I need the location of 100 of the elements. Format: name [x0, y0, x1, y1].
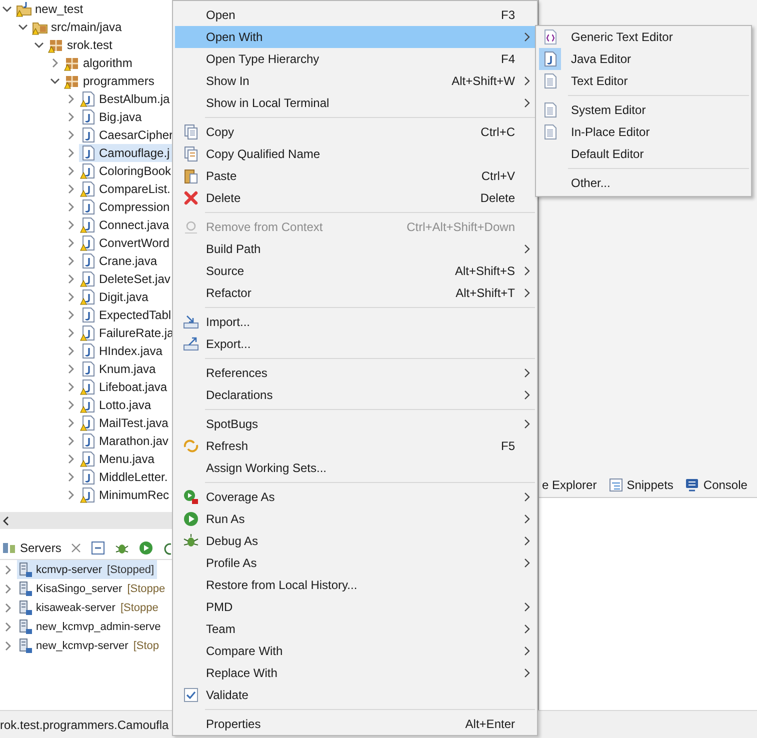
menu-item[interactable]: Team	[175, 618, 535, 640]
menu-item[interactable]: Debug As	[175, 530, 535, 552]
copy-icon	[182, 146, 198, 162]
menu-item[interactable]: Show in Local Terminal	[175, 92, 535, 114]
shortcut-text: Alt+Shift+S	[454, 264, 515, 278]
tree-item[interactable]: CaesarCipher	[79, 126, 176, 144]
menu-item[interactable]: Coverage As	[175, 486, 535, 508]
horizontal-scrollbar[interactable]	[0, 512, 172, 529]
menu-item[interactable]: Refactor Alt+Shift+T	[175, 282, 535, 304]
menu-item[interactable]: Other...	[536, 172, 751, 194]
menu-item[interactable]: Refresh F5	[175, 435, 535, 457]
tree-item[interactable]: Menu.java	[79, 450, 156, 468]
tree-item[interactable]: MailTest.java	[79, 414, 170, 432]
tree-item[interactable]: algorithm	[63, 54, 134, 72]
menu-item[interactable]: Compare With	[175, 640, 535, 662]
server-icon	[17, 562, 33, 578]
menu-item[interactable]: Copy Qualified Name	[175, 143, 535, 165]
tree-item[interactable]: new_test	[15, 0, 86, 18]
server-item[interactable]: KisaSingo_server [Stoppe	[17, 579, 168, 598]
shortcut-text: Ctrl+Alt+Shift+Down	[406, 220, 515, 234]
shortcut-text: Delete	[480, 191, 515, 205]
menu-item[interactable]: Profile As	[175, 552, 535, 574]
tree-item[interactable]: Crane.java	[79, 252, 160, 270]
tree-item[interactable]: ConvertWord	[79, 234, 172, 252]
tree-item[interactable]: Connect.java	[79, 216, 172, 234]
menu-item[interactable]: References	[175, 362, 535, 384]
server-item[interactable]: new_kcmvp-server [Stop	[17, 636, 162, 655]
menu-item[interactable]: Replace With	[175, 662, 535, 684]
menu-item[interactable]: System Editor	[536, 99, 751, 121]
menu-item[interactable]: Declarations	[175, 384, 535, 406]
menu-item[interactable]: Show In Alt+Shift+W	[175, 70, 535, 92]
view-tab[interactable]: Snippets	[606, 478, 676, 492]
shortcut-text: F4	[500, 52, 515, 66]
menu-item[interactable]: Delete Delete	[175, 187, 535, 209]
snippets-icon	[608, 478, 623, 492]
document-icon	[542, 102, 558, 118]
menu-item[interactable]: Generic Text Editor	[536, 26, 751, 48]
view-tab[interactable]: Console	[682, 478, 750, 492]
menu-item[interactable]: Text Editor	[536, 70, 751, 92]
tree-item[interactable]: src/main/java	[31, 18, 124, 36]
menu-item[interactable]: Default Editor	[536, 143, 751, 165]
menu-item[interactable]: SpotBugs	[175, 413, 535, 435]
shortcut-text: Alt+Shift+T	[456, 286, 515, 300]
scroll-left-icon[interactable]	[2, 516, 10, 526]
tree-item[interactable]: srok.test	[47, 36, 114, 54]
shortcut-text: F5	[500, 439, 515, 453]
tree-item[interactable]: MiddleLetter.	[79, 468, 170, 486]
tree-item[interactable]: FailureRate.ja	[79, 324, 176, 342]
menu-item[interactable]: PMD	[175, 596, 535, 618]
tree-item[interactable]: Knum.java	[79, 360, 158, 378]
tree-item[interactable]: Digit.java	[79, 288, 150, 306]
shortcut-text: F3	[500, 8, 515, 22]
servers-icon	[2, 541, 16, 555]
tree-item[interactable]: ExpectedTabl	[79, 306, 174, 324]
view-tab[interactable]: e Explorer	[539, 478, 600, 492]
servers-tab[interactable]: Servers	[20, 541, 62, 555]
shortcut-text: Alt+Enter	[465, 717, 515, 731]
tree-item[interactable]: programmers	[63, 72, 156, 90]
menu-item[interactable]: Open Type Hierarchy F4	[175, 48, 535, 70]
close-icon[interactable]	[71, 543, 82, 553]
menu-item[interactable]: Java Editor	[536, 48, 751, 70]
tree-item[interactable]: Lifeboat.java	[79, 378, 170, 396]
tree-item[interactable]: CompareList.	[79, 180, 172, 198]
copy-icon	[182, 124, 198, 140]
menu-item[interactable]: Import...	[175, 311, 535, 333]
collapse-all-icon[interactable]	[91, 541, 106, 555]
menu-item[interactable]: Export...	[175, 333, 535, 355]
menu-item[interactable]: Validate	[175, 684, 535, 706]
document-icon	[542, 73, 558, 89]
remove-context-icon	[182, 219, 198, 235]
tree-item[interactable]: Lotto.java	[79, 396, 154, 414]
server-item[interactable]: kisaweak-server [Stoppe	[17, 598, 162, 617]
shortcut-text: Ctrl+V	[481, 169, 515, 183]
tree-item[interactable]: BestAlbum.ja	[79, 90, 172, 108]
menu-item[interactable]: Copy Ctrl+C	[175, 121, 535, 143]
menu-item[interactable]: Paste Ctrl+V	[175, 165, 535, 187]
server-item[interactable]: kcmvp-server [Stopped]	[17, 560, 158, 579]
tree-item[interactable]: HIndex.java	[79, 342, 164, 360]
coverage-icon	[182, 489, 198, 505]
tree-item[interactable]: ColoringBook	[79, 162, 174, 180]
menu-item[interactable]: Properties Alt+Enter	[175, 713, 535, 735]
menu-item[interactable]: Open With	[175, 26, 535, 48]
tree-item[interactable]: Big.java	[79, 108, 144, 126]
menu-item[interactable]: Restore from Local History...	[175, 574, 535, 596]
menu-item[interactable]: Source Alt+Shift+S	[175, 260, 535, 282]
profile-icon[interactable]	[163, 541, 172, 555]
menu-item[interactable]: Run As	[175, 508, 535, 530]
tree-item[interactable]: Camouflage.j	[79, 144, 172, 162]
menu-item[interactable]: In-Place Editor	[536, 121, 751, 143]
server-item[interactable]: new_kcmvp_admin-serve	[17, 617, 164, 636]
tree-item[interactable]: Compression	[79, 198, 172, 216]
menu-item[interactable]: Open F3	[175, 4, 535, 26]
tree-item[interactable]: MinimumRec	[79, 486, 172, 504]
tree-item[interactable]: Marathon.jav	[79, 432, 170, 450]
shortcut-text: Ctrl+C	[480, 125, 515, 139]
delete-icon	[182, 190, 198, 206]
run-icon[interactable]	[139, 541, 154, 555]
tree-item[interactable]: DeleteSet.jav	[79, 270, 172, 288]
menu-item[interactable]: Build Path	[175, 238, 535, 260]
menu-item[interactable]: Assign Working Sets...	[175, 457, 535, 479]
